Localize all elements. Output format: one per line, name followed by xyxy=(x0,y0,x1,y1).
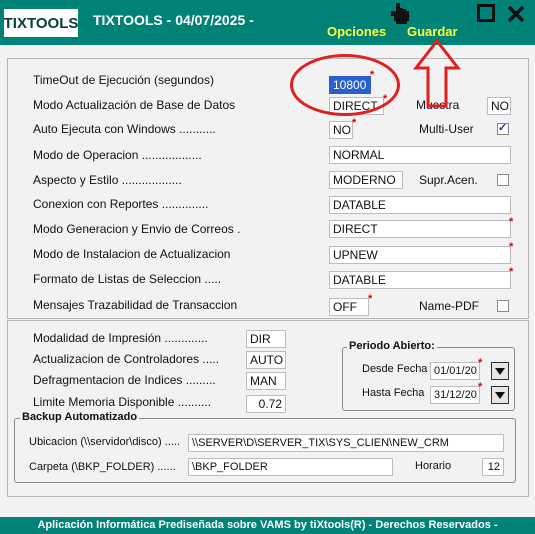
defrag-input[interactable]: MAN xyxy=(246,372,286,390)
maximize-icon[interactable] xyxy=(477,4,495,22)
horario-input[interactable]: 12 xyxy=(482,458,504,476)
instalacion-label: Modo de Instalacion de Actualizacion xyxy=(33,247,231,261)
required-marker: * xyxy=(509,266,514,278)
required-marker: * xyxy=(352,117,357,129)
conexion-label: Conexion con Reportes .............. xyxy=(33,197,209,211)
backup-title: Backup Automatizado xyxy=(20,411,140,423)
aspecto-label: Aspecto y Estilo .................. xyxy=(33,173,182,187)
periodo-group xyxy=(342,347,515,411)
required-marker: * xyxy=(368,293,373,305)
close-icon[interactable] xyxy=(506,4,526,24)
desde-label: Desde Fecha xyxy=(362,363,428,375)
modo-actualizacion-label: Modo Actualización de Base de Datos xyxy=(33,98,236,112)
desde-dropdown-button[interactable] xyxy=(491,362,509,380)
name-pdf-checkbox[interactable] xyxy=(497,300,509,312)
required-marker: * xyxy=(478,381,483,393)
carpeta-label: Carpeta (\BKP_FOLDER) ...... xyxy=(29,461,176,473)
hasta-label: Hasta Fecha xyxy=(362,387,425,399)
auto-ejecuta-input[interactable]: NO xyxy=(329,121,353,139)
required-marker: * xyxy=(509,216,514,228)
impresion-input[interactable]: DIR xyxy=(246,330,286,348)
mensajes-label: Mensajes Trazabilidad de Transaccion xyxy=(33,298,238,312)
memoria-label: Limite Memoria Disponible .......... xyxy=(33,395,212,409)
modo-operacion-input[interactable]: NORMAL xyxy=(329,146,511,164)
annotation-arrow-icon xyxy=(413,38,461,108)
defrag-label: Defragmentacion de Indices ......... xyxy=(33,373,216,387)
muestra-input[interactable]: NO xyxy=(487,97,511,115)
hasta-input[interactable]: 31/12/20 xyxy=(430,386,480,404)
conexion-input[interactable]: DATABLE xyxy=(329,196,511,214)
opciones-button[interactable]: Opciones xyxy=(327,24,386,39)
periodo-title: Periodo Abierto: xyxy=(347,340,437,352)
required-marker: * xyxy=(509,241,514,253)
footer: Aplicación Informática Prediseñada sobre… xyxy=(0,517,535,534)
correos-input[interactable]: DIRECT xyxy=(329,220,511,238)
instalacion-input[interactable]: UPNEW xyxy=(329,246,511,264)
hand-pointer-icon[interactable] xyxy=(390,3,410,25)
aspecto-input[interactable]: MODERNO xyxy=(329,171,403,189)
carpeta-input[interactable]: \BKP_FOLDER xyxy=(188,458,393,476)
correos-label: Modo Generacion y Envio de Correos . xyxy=(33,222,241,236)
ubicacion-label: Ubicacion (\\servidor\disco) ..... xyxy=(29,436,180,448)
guardar-button[interactable]: Guardar xyxy=(407,24,458,39)
logo: TIXTOOLS xyxy=(4,9,78,37)
name-pdf-label: Name-PDF xyxy=(419,299,480,313)
auto-ejecuta-label: Auto Ejecuta con Windows ........... xyxy=(33,122,216,136)
desde-input[interactable]: 01/01/20 xyxy=(430,362,480,380)
modo-operacion-label: Modo de Operacion .................. xyxy=(33,148,202,162)
impresion-label: Modalidad de Impresión ............. xyxy=(33,331,208,345)
memoria-input[interactable]: 0.72 xyxy=(246,395,286,413)
required-marker: * xyxy=(478,357,483,369)
formato-input[interactable]: DATABLE xyxy=(329,271,511,289)
multi-user-label: Multi-User xyxy=(419,122,474,136)
app-title: TIXTOOLS - 04/07/2025 - xyxy=(93,12,254,28)
mensajes-input[interactable]: OFF xyxy=(329,298,369,316)
hasta-dropdown-button[interactable] xyxy=(491,386,509,404)
supr-acen-label: Supr.Acen. xyxy=(419,173,478,187)
supr-acen-checkbox[interactable] xyxy=(497,174,509,186)
formato-label: Formato de Listas de Seleccion ..... xyxy=(33,272,222,286)
timeout-label: TimeOut de Ejecución (segundos) xyxy=(33,73,214,87)
ubicacion-input[interactable]: \\SERVER\D\SERVER_TIX\SYS_CLIEN\NEW_CRM xyxy=(188,434,504,452)
annotation-circle xyxy=(290,54,400,116)
controladores-label: Actualizacion de Controladores ..... xyxy=(33,352,220,366)
multi-user-checkbox[interactable] xyxy=(497,121,509,135)
horario-label: Horario xyxy=(415,460,452,472)
controladores-input[interactable]: AUTO xyxy=(246,351,286,369)
